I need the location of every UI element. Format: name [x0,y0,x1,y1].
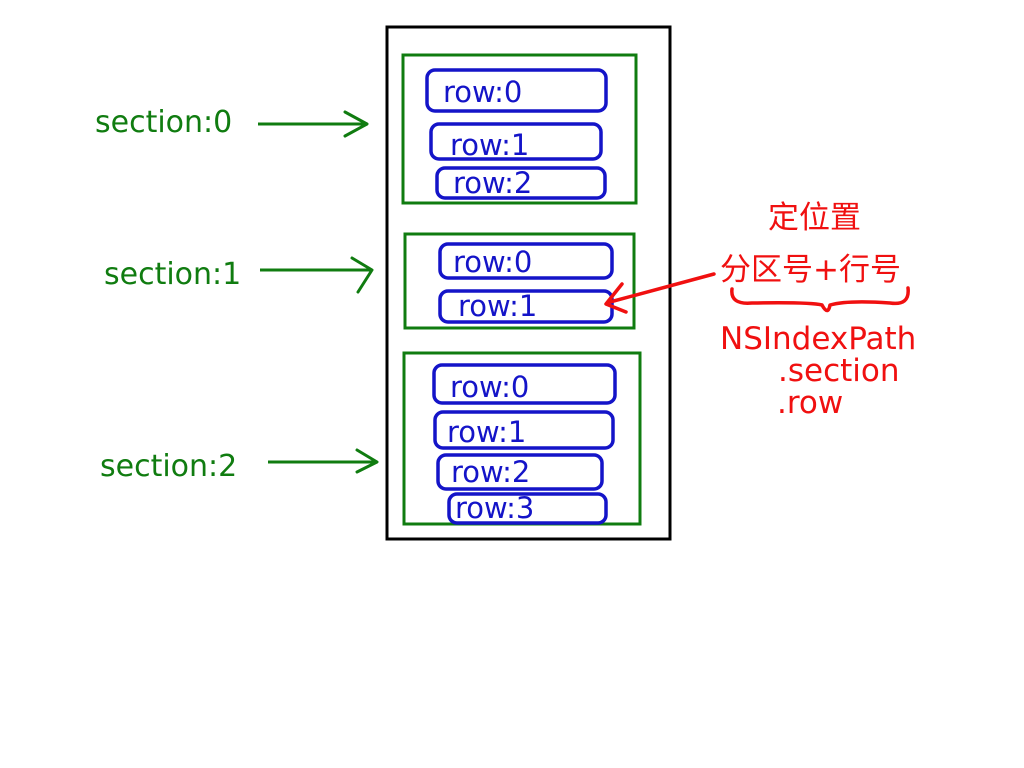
section-2-row-3-label: row:3 [455,491,534,525]
annotation-subtitle: 分区号+行号 [720,252,901,288]
section-0-row-0-label: row:0 [443,75,522,109]
section-1-label: section:1 [104,257,241,292]
section-1-arrow [260,256,374,294]
section-0-row-1-label: row:1 [450,128,529,162]
annotation-code-row: .row [777,385,843,421]
annotation-code-class: NSIndexPath [720,321,916,357]
section-2-row-0-label: row:0 [450,370,529,404]
annotation-title: 定位置 [768,200,861,236]
section-2-arrow [268,448,379,474]
section-2-label: section:2 [100,449,237,484]
table-view-diagram: row:0 row:1 row:2 row:0 row:1 row:0 row:… [95,25,916,541]
annotation-code-section: .section [778,353,900,389]
section-0-label: section:0 [95,105,232,140]
section-0-row-2-label: row:2 [453,166,532,200]
section-2-row-2-label: row:2 [451,455,530,489]
diagram-canvas: row:0 row:1 row:2 row:0 row:1 row:0 row:… [0,0,1024,768]
section-0-arrow [258,110,369,138]
section-1-row-1-label: row:1 [458,289,537,323]
annotation-brace [730,286,910,313]
annotation-arrow [604,272,716,314]
section-2-row-1-label: row:1 [447,415,526,449]
section-1-row-0-label: row:0 [453,245,532,279]
